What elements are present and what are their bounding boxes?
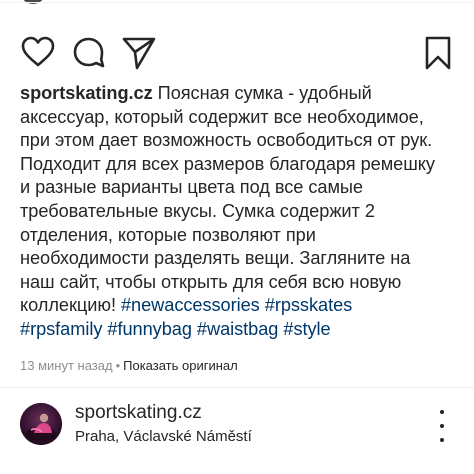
top-divider [0, 2, 474, 3]
bookmark-icon[interactable] [419, 34, 457, 72]
post-caption: sportskating.cz Поясная сумка - удобный … [20, 82, 460, 342]
avatar-image [20, 403, 62, 445]
caption-line: Подходит для всех размеров благодаря рем… [20, 153, 435, 174]
caption-line: наш сайт, чтобы открыть для себя всю нов… [20, 271, 402, 292]
more-vertical-icon[interactable] [428, 406, 456, 446]
action-bar [0, 34, 474, 74]
caption-line: аксессуар, который содержит все необходи… [20, 106, 424, 127]
caption-line: необходимости разделять вещи. Загляните … [20, 248, 411, 269]
profile-row: sportskating.cz Praha, Václavské Náměstí [0, 392, 474, 462]
hashtag-link[interactable]: #style [283, 319, 330, 339]
hashtag-link[interactable]: #rpsfamily [20, 319, 102, 339]
post-view: sportskating.cz Поясная сумка - удобный … [0, 0, 474, 474]
post-timestamp: 13 минут назад [20, 358, 113, 373]
hashtag-link[interactable]: #newaccessories [121, 295, 260, 315]
meta-separator: • [115, 358, 121, 373]
profile-location[interactable]: Praha, Václavské Náměstí [75, 428, 252, 446]
caption-line: коллекцию! [20, 295, 116, 316]
post-meta: 13 минут назад • Показать оригинал [20, 358, 238, 374]
section-divider [0, 387, 474, 388]
comment-icon[interactable] [70, 34, 108, 72]
caption-line: и разные варианты цвета под все самые [20, 177, 364, 198]
hashtag-link[interactable]: #waistbag [197, 319, 279, 339]
profile-name[interactable]: sportskating.cz [75, 402, 202, 424]
hashtag-link[interactable]: #funnybag [107, 319, 192, 339]
show-original-link[interactable]: Показать оригинал [123, 358, 238, 373]
caption-line: требовательные вкусы. Сумка содержит 2 [20, 200, 375, 221]
caption-line: Поясная сумка - удобный [157, 83, 372, 103]
avatar[interactable] [20, 403, 62, 445]
caption-line: при этом дает возможность освободиться о… [20, 130, 433, 151]
heart-icon[interactable] [19, 34, 57, 72]
hashtag-link[interactable]: #rpsskates [265, 295, 353, 315]
caption-line: отделения, которые позволяют при [20, 224, 316, 245]
share-icon[interactable] [120, 34, 158, 72]
caption-username[interactable]: sportskating.cz [20, 83, 153, 103]
